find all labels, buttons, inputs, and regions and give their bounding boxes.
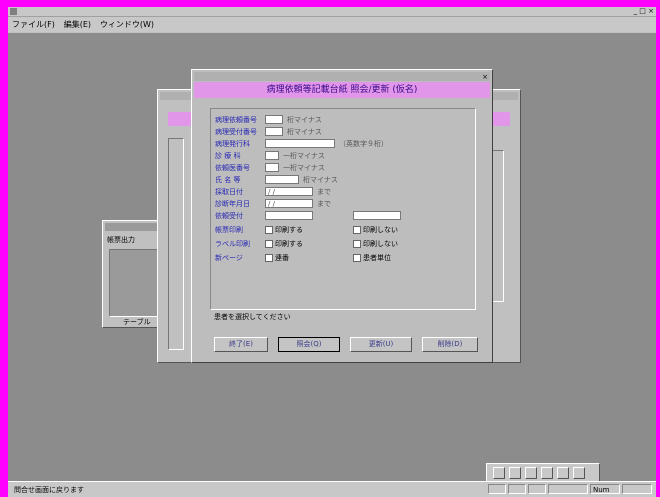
status-cell	[508, 484, 526, 494]
field-label: 採取日付	[215, 188, 243, 196]
tool-button-icon[interactable]	[541, 467, 553, 479]
side-window-title: 帳票出力	[107, 236, 135, 244]
field-label: 病理発行科	[215, 140, 250, 148]
dialog-heading: 病理依頼等記載台紙 照会/更新 (仮名)	[194, 82, 490, 98]
form-row: 診断年月日 / / まで	[211, 199, 475, 209]
tool-button-icon[interactable]	[509, 467, 521, 479]
form-row: 病理発行科 （英数字９桁）	[211, 139, 475, 149]
close-icon[interactable]: ×	[482, 73, 488, 81]
field-input[interactable]	[265, 175, 299, 184]
radio-icon	[265, 240, 273, 248]
instruction-note: 患者を選択してください	[214, 313, 291, 321]
menu-window[interactable]: ウィンドウ(W)	[96, 17, 156, 30]
tool-button-icon[interactable]	[525, 467, 537, 479]
field-label: 帳票印刷	[215, 226, 243, 234]
field-label: 氏 名 等	[215, 176, 241, 184]
radio-icon	[265, 226, 273, 234]
radio-icon	[265, 254, 273, 262]
radio-icon	[353, 226, 361, 234]
app-icon	[10, 8, 17, 15]
radio-option[interactable]: 連番	[265, 253, 289, 263]
field-label: ラベル印刷	[215, 240, 250, 248]
status-num: Num	[590, 484, 620, 494]
field-input[interactable]	[265, 151, 279, 160]
background-left-panel	[168, 138, 184, 350]
exit-button[interactable]: 終了(E)	[214, 337, 268, 352]
radio-option[interactable]: 印刷しない	[353, 239, 398, 249]
mini-toolbar	[486, 463, 600, 483]
title-bar: _ □ ×	[8, 7, 656, 17]
field-unit: まで	[317, 188, 331, 196]
side-window-label: テーブル	[123, 318, 151, 326]
field-unit: 桁マイナス	[287, 128, 322, 136]
form-row: 依頼受付	[211, 211, 475, 221]
date-input[interactable]: / /	[265, 187, 313, 196]
form-row: 採取日付 / / まで	[211, 187, 475, 197]
field-input[interactable]	[265, 127, 283, 136]
radio-row: 新ページ 連番 患者単位	[211, 253, 475, 263]
field-unit: まで	[317, 200, 331, 208]
app-window: _ □ × ファイル(F) 編集(E) ウィンドウ(W) 帳票出力 テーブル ×…	[8, 7, 656, 497]
date-input[interactable]: / /	[265, 199, 313, 208]
field-input[interactable]	[265, 139, 335, 148]
radio-option[interactable]: 印刷しない	[353, 225, 398, 235]
field-label: 依頼医番号	[215, 164, 250, 172]
form-row: 病理受付番号 桁マイナス	[211, 127, 475, 137]
field-unit: 一桁マイナス	[283, 152, 325, 160]
field-unit: （英数字９桁）	[339, 140, 388, 148]
form-row: 氏 名 等 桁マイナス	[211, 175, 475, 185]
menu-bar: ファイル(F) 編集(E) ウィンドウ(W)	[8, 17, 656, 32]
field-unit: 桁マイナス	[287, 116, 322, 124]
dialog-titlebar: ×	[194, 72, 490, 81]
radio-row: ラベル印刷 印刷する 印刷しない	[211, 239, 475, 249]
radio-icon	[353, 254, 361, 262]
radio-option[interactable]: 患者単位	[353, 253, 391, 263]
field-input[interactable]	[265, 211, 313, 220]
status-text: 問合せ画面に戻ります	[14, 486, 84, 494]
status-cell	[528, 484, 546, 494]
search-form: 病理依頼番号 桁マイナス 病理受付番号 桁マイナス 病理発行科 （英数字９桁） …	[210, 108, 476, 310]
tool-button-icon[interactable]	[573, 467, 585, 479]
tool-button-icon[interactable]	[493, 467, 505, 479]
radio-option[interactable]: 印刷する	[265, 239, 303, 249]
status-bar: 問合せ画面に戻ります Num	[8, 481, 656, 497]
tool-button-icon[interactable]	[557, 467, 569, 479]
search-dialog: × 病理依頼等記載台紙 照会/更新 (仮名) 病理依頼番号 桁マイナス 病理受付…	[191, 69, 493, 363]
field-label: 診断年月日	[215, 200, 250, 208]
field-label: 新ページ	[215, 254, 243, 262]
field-input-2[interactable]	[353, 211, 401, 220]
status-cell	[548, 484, 588, 494]
field-input[interactable]	[265, 115, 283, 124]
update-button[interactable]: 更新(U)	[350, 337, 412, 352]
radio-option[interactable]: 印刷する	[265, 225, 303, 235]
menu-edit[interactable]: 編集(E)	[60, 17, 93, 30]
field-input[interactable]	[265, 163, 279, 172]
field-label: 病理受付番号	[215, 128, 257, 136]
form-row: 診 療 科 一桁マイナス	[211, 151, 475, 161]
status-cell	[488, 484, 506, 494]
field-label: 診 療 科	[215, 152, 241, 160]
delete-button[interactable]: 削除(D)	[422, 337, 478, 352]
form-row: 依頼医番号 一桁マイナス	[211, 163, 475, 173]
status-cell	[622, 484, 652, 494]
radio-icon	[353, 240, 361, 248]
field-unit: 桁マイナス	[303, 176, 338, 184]
field-label: 依頼受付	[215, 212, 243, 220]
radio-row: 帳票印刷 印刷する 印刷しない	[211, 225, 475, 235]
field-unit: 一桁マイナス	[283, 164, 325, 172]
field-label: 病理依頼番号	[215, 116, 257, 124]
menu-file[interactable]: ファイル(F)	[8, 17, 57, 30]
query-button[interactable]: 照会(Q)	[278, 337, 340, 352]
form-row: 病理依頼番号 桁マイナス	[211, 115, 475, 125]
window-controls[interactable]: _ □ ×	[634, 7, 654, 16]
